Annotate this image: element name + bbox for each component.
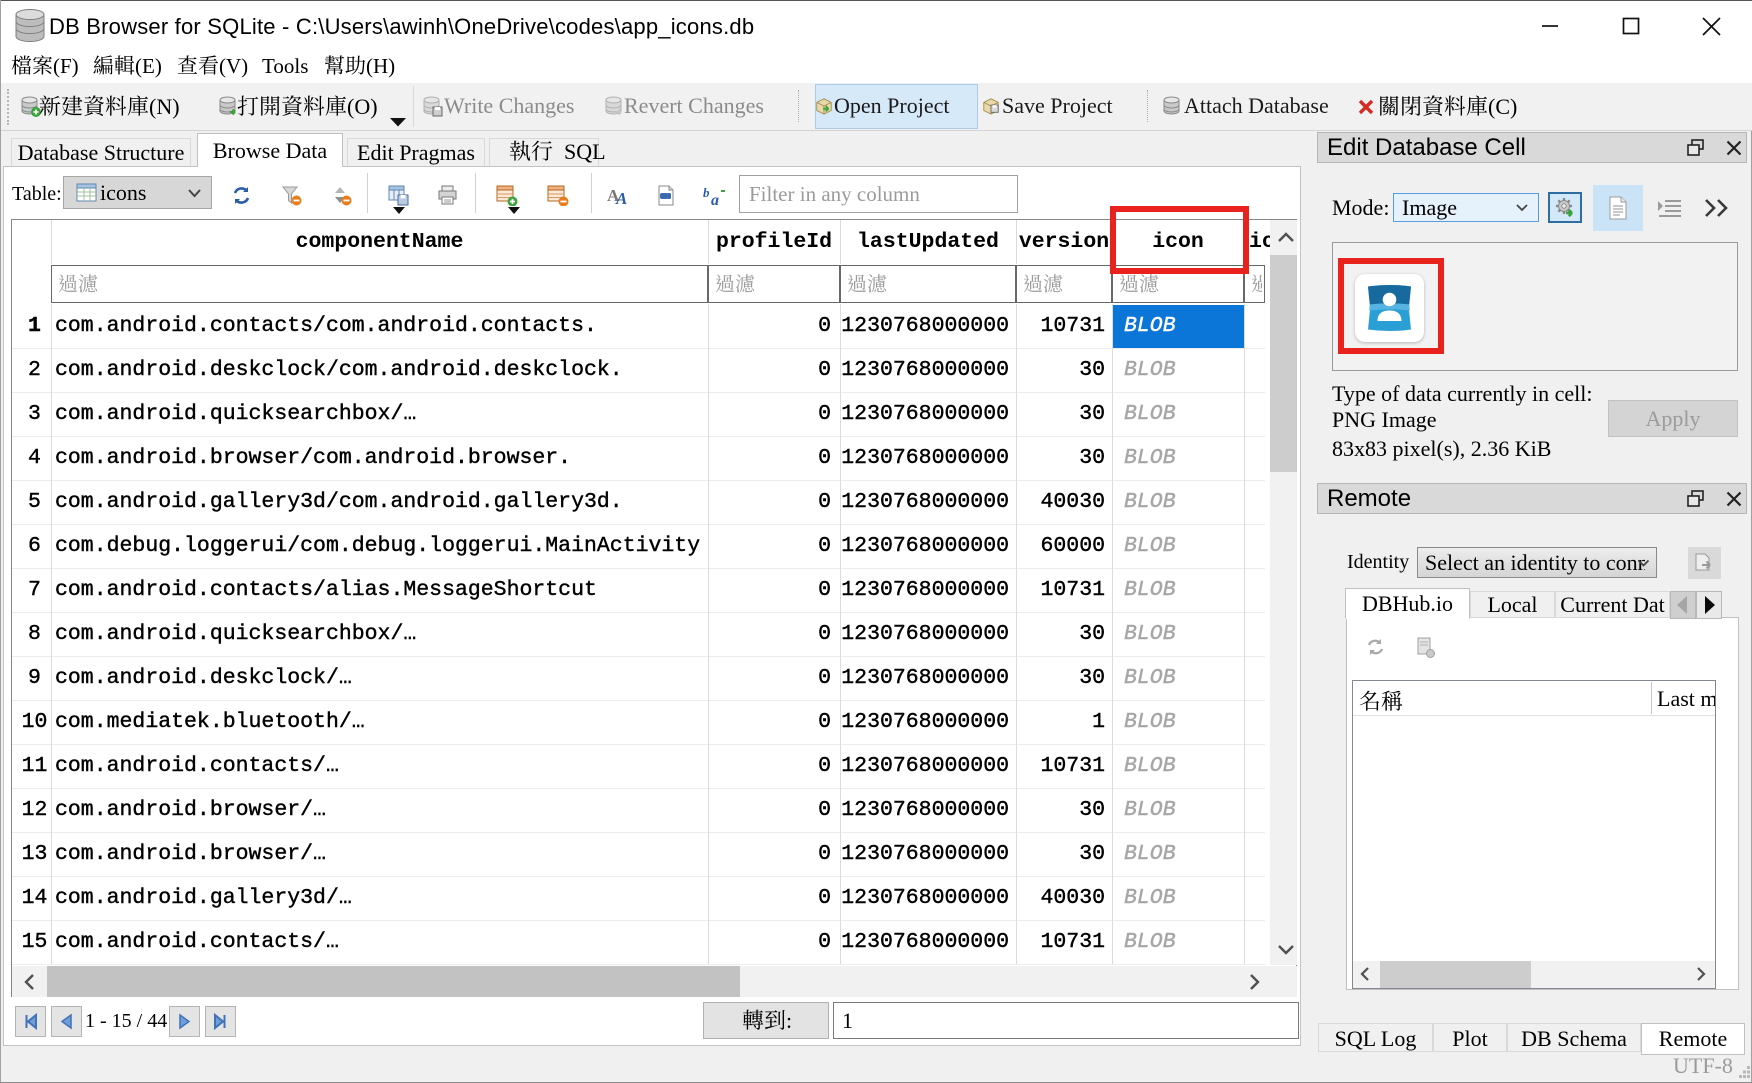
svg-text:(H): (H) — [366, 54, 395, 78]
svg-text:Tools: Tools — [262, 54, 308, 78]
svg-text:b: b — [703, 185, 710, 200]
svg-text:SQL: SQL — [553, 139, 606, 164]
svg-text:a: a — [711, 192, 719, 207]
svg-text::: : — [786, 1008, 792, 1033]
svg-text:(O): (O) — [347, 94, 378, 119]
svg-text:A: A — [615, 189, 627, 206]
svg-text:(V): (V) — [219, 54, 248, 78]
svg-text:(F): (F) — [53, 54, 79, 78]
svg-text:(N): (N) — [149, 94, 180, 119]
svg-text:(C): (C) — [1488, 94, 1517, 119]
svg-text:(E): (E) — [135, 54, 162, 78]
